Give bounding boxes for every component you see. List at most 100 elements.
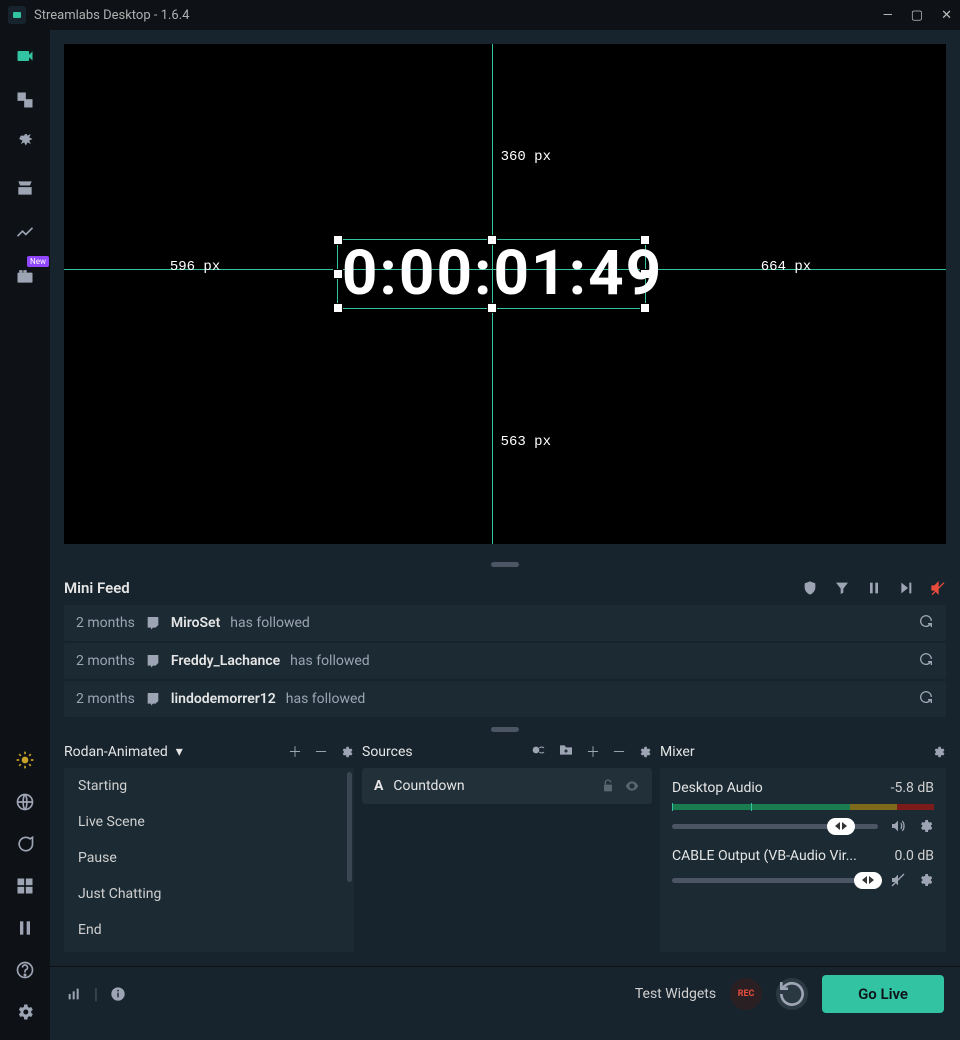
mixer-item: CABLE Output (VB-Audio Vir... 0.0 dB — [672, 848, 934, 888]
footer-bar: | Test Widgets REC Go Live — [50, 966, 960, 1020]
feed-row[interactable]: 2 months Freddy_Lachance has followed — [64, 643, 946, 679]
retry-icon[interactable] — [918, 613, 934, 633]
scene-item[interactable]: Camara fondo — [64, 948, 354, 952]
feed-row[interactable]: 2 months lindodemorrer12 has followed — [64, 681, 946, 717]
nav-help-icon[interactable] — [15, 960, 35, 980]
volume-slider[interactable] — [672, 878, 878, 883]
mixer-source-name: Desktop Audio — [672, 780, 763, 796]
scene-item[interactable]: End — [64, 912, 354, 948]
mixer-item-settings-icon[interactable] — [918, 818, 934, 834]
scene-scrollbar[interactable] — [347, 772, 352, 882]
feed-user: Freddy_Lachance — [171, 653, 280, 669]
measure-right-label: 664 px — [761, 259, 811, 275]
feed-age: 2 months — [76, 691, 135, 707]
remove-source-button[interactable]: － — [612, 742, 626, 762]
minifeed-panel: Mini Feed 2 months MiroSet has followed … — [50, 571, 960, 723]
mute-toggle-icon[interactable] — [890, 872, 906, 888]
remove-scene-button[interactable]: － — [314, 742, 328, 762]
titlebar: Streamlabs Desktop - 1.6.4 — ▢ ✕ — [0, 0, 960, 30]
webcam-source-icon[interactable] — [530, 742, 546, 758]
add-source-button[interactable]: ＋ — [586, 742, 600, 762]
filter-icon[interactable] — [834, 580, 850, 596]
nav-alertbox-icon[interactable] — [15, 134, 35, 154]
lock-icon[interactable] — [600, 778, 616, 794]
nav-settings-icon[interactable] — [15, 1002, 35, 1022]
twitch-icon — [145, 653, 161, 669]
add-folder-icon[interactable] — [558, 742, 574, 758]
volume-knob[interactable] — [854, 872, 882, 889]
measure-top-label: 360 px — [501, 149, 551, 165]
performance-metrics-icon[interactable] — [66, 986, 82, 1002]
record-button[interactable]: REC — [730, 978, 762, 1010]
preview-canvas[interactable]: 360 px 596 px 664 px 563 px 0:00:01:49 — [64, 44, 946, 544]
skip-icon[interactable] — [898, 580, 914, 596]
mute-alerts-icon[interactable] — [930, 580, 946, 596]
info-icon[interactable] — [110, 986, 126, 1002]
minifeed-title: Mini Feed — [64, 579, 130, 597]
nav-dashboard-icon[interactable] — [15, 222, 35, 242]
test-widgets-button[interactable]: Test Widgets — [635, 986, 716, 1002]
app-logo — [8, 6, 26, 24]
nav-pause-icon[interactable] — [15, 918, 35, 938]
visibility-icon[interactable] — [624, 778, 640, 794]
feed-user: lindodemorrer12 — [171, 691, 276, 707]
volume-knob[interactable] — [827, 818, 855, 835]
scene-item[interactable]: Just Chatting — [64, 876, 354, 912]
retry-icon[interactable] — [918, 689, 934, 709]
mute-toggle-icon[interactable] — [890, 818, 906, 834]
source-settings-icon[interactable] — [638, 742, 652, 762]
maximize-button[interactable]: ▢ — [911, 8, 923, 23]
go-live-button[interactable]: Go Live — [822, 975, 944, 1013]
add-scene-button[interactable]: ＋ — [288, 742, 302, 762]
footer-divider: | — [94, 984, 98, 1003]
scene-item[interactable]: Pause — [64, 840, 354, 876]
new-badge: New — [27, 256, 49, 267]
mixer-panel: Mixer Desktop Audio -5.8 dB CABLE — [660, 736, 946, 952]
feed-row[interactable]: 2 months MiroSet has followed — [64, 605, 946, 641]
scene-collection-dropdown[interactable]: Rodan-Animated ▾ — [64, 744, 183, 760]
panels-resize-handle[interactable] — [491, 727, 519, 732]
countdown-source-text: 0:00:01:49 — [342, 237, 663, 310]
main-column: 360 px 596 px 664 px 563 px 0:00:01:49 — [50, 30, 960, 1040]
twitch-icon — [145, 691, 161, 707]
mixer-settings-icon[interactable] — [932, 743, 946, 761]
mixer-title: Mixer — [660, 744, 695, 760]
feed-action: has followed — [230, 615, 310, 631]
replay-buffer-button[interactable] — [776, 978, 808, 1010]
nav-store-icon[interactable] — [15, 178, 35, 198]
scene-settings-icon[interactable] — [340, 742, 354, 762]
scene-item[interactable]: Live Scene — [64, 804, 354, 840]
nav-login-icon[interactable] — [15, 750, 35, 770]
source-item[interactable]: A Countdown — [362, 768, 652, 804]
nav-highlighter-icon[interactable]: New — [15, 266, 35, 286]
feed-action: has followed — [290, 653, 370, 669]
nav-chat-icon[interactable] — [15, 834, 35, 854]
nav-layout-icon[interactable] — [15, 876, 35, 896]
measure-bottom-label: 563 px — [501, 434, 551, 450]
mixer-db-value: 0.0 dB — [894, 848, 934, 864]
feed-age: 2 months — [76, 615, 135, 631]
minimize-button[interactable]: — — [883, 8, 893, 23]
audio-meter — [672, 804, 934, 810]
measure-left-label: 596 px — [170, 259, 220, 275]
feed-action: has followed — [286, 691, 366, 707]
mixer-source-name: CABLE Output (VB-Audio Vir... — [672, 848, 857, 864]
scenes-panel: Rodan-Animated ▾ ＋ － StartingLive SceneP… — [64, 736, 354, 952]
scene-item[interactable]: Starting — [64, 768, 354, 804]
source-list[interactable]: A Countdown — [362, 768, 652, 952]
close-button[interactable]: ✕ — [941, 8, 952, 23]
scene-list[interactable]: StartingLive ScenePauseJust ChattingEndC… — [64, 768, 354, 952]
shield-icon[interactable] — [802, 580, 818, 596]
retry-icon[interactable] — [918, 651, 934, 671]
nav-globe-icon[interactable] — [15, 792, 35, 812]
mixer-item-settings-icon[interactable] — [918, 872, 934, 888]
nav-studio-icon[interactable] — [15, 90, 35, 110]
chevron-down-icon: ▾ — [176, 744, 183, 760]
preview-resize-handle[interactable] — [491, 562, 519, 567]
sources-panel: Sources ＋ － A Countdown — [362, 736, 652, 952]
sources-title: Sources — [362, 744, 413, 760]
nav-editor-icon[interactable] — [15, 46, 35, 66]
volume-slider[interactable] — [672, 824, 878, 829]
pause-icon[interactable] — [866, 580, 882, 596]
feed-age: 2 months — [76, 653, 135, 669]
